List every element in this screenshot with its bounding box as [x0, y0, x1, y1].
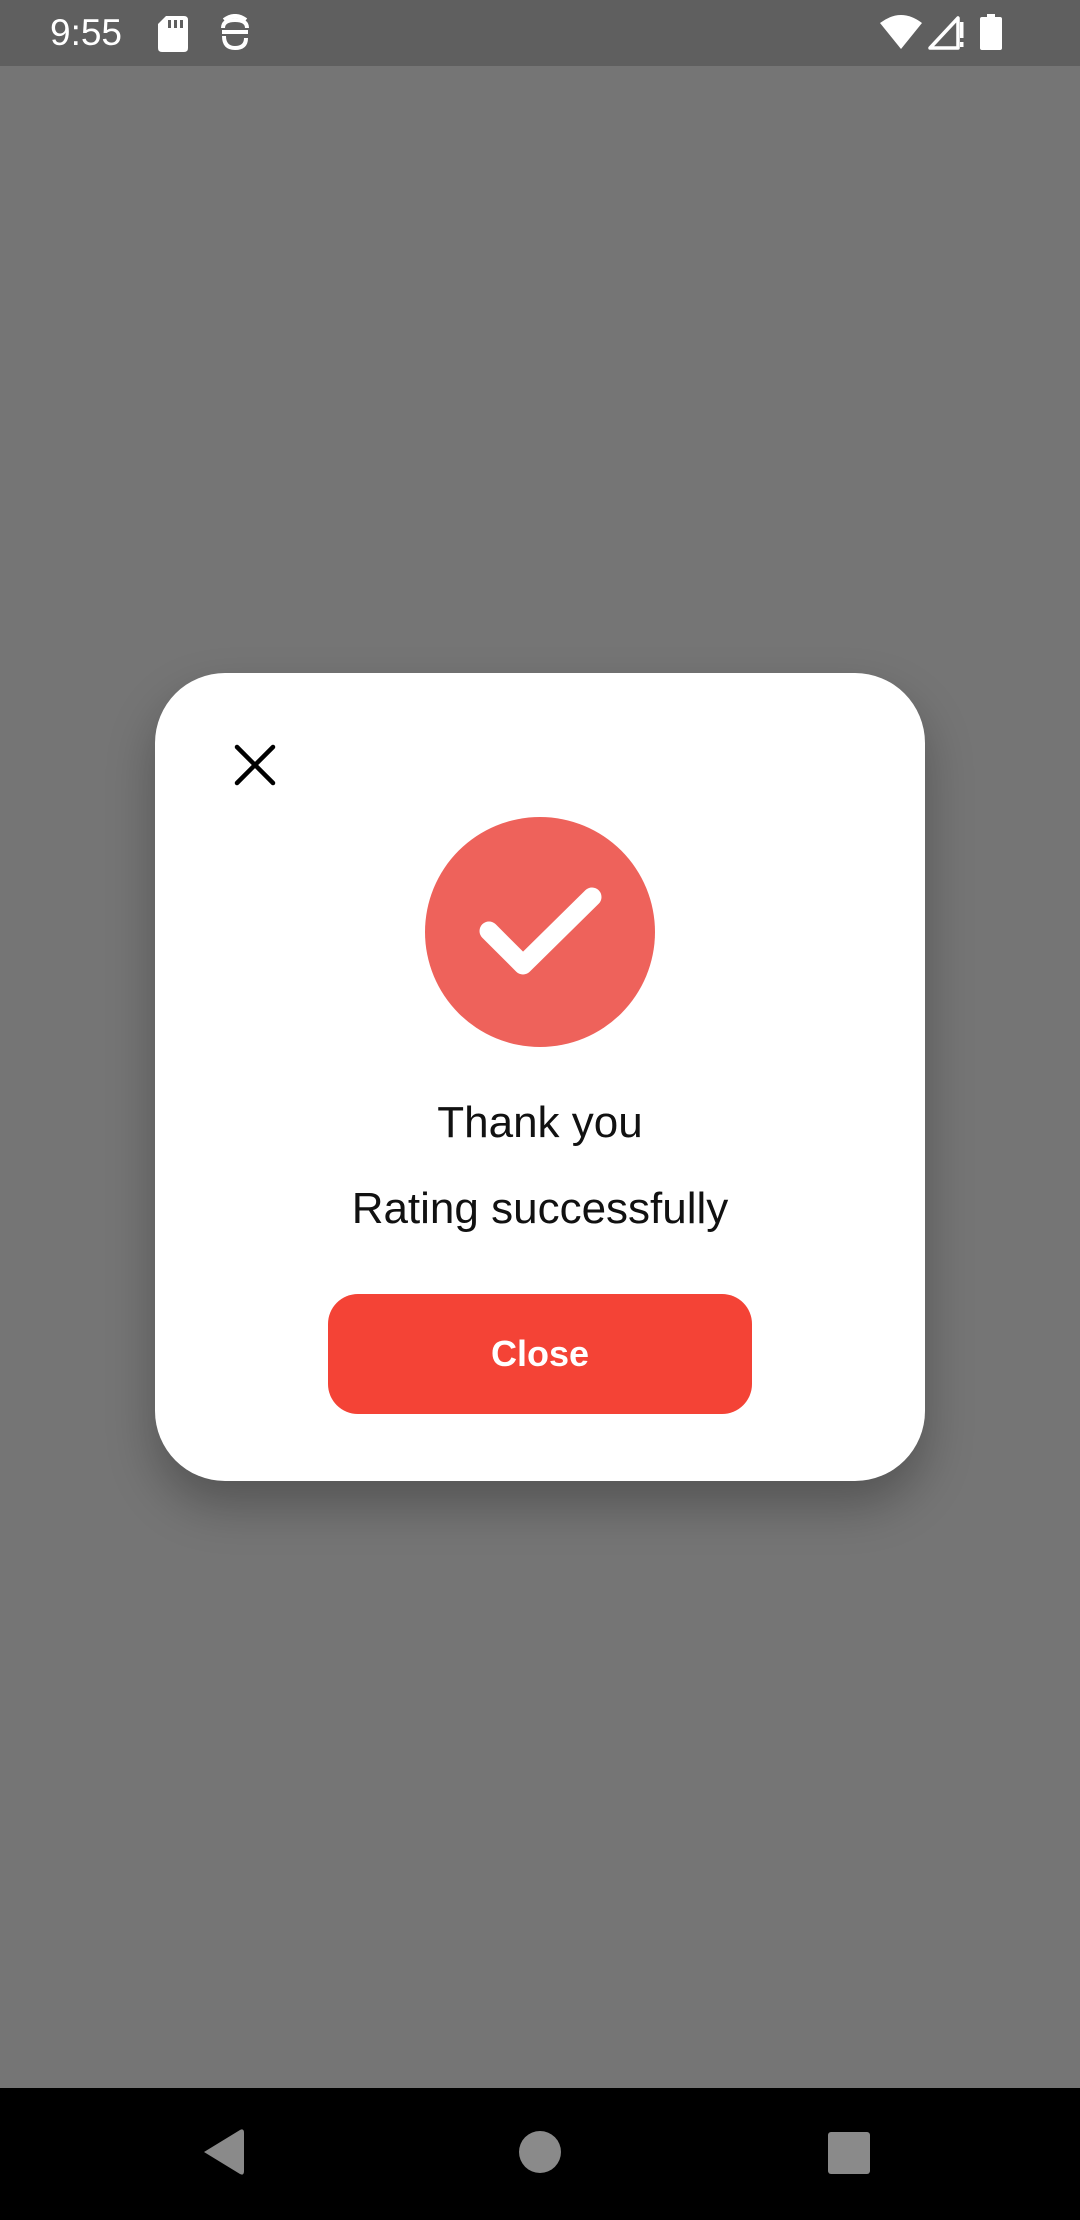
close-button[interactable]: Close [328, 1294, 752, 1414]
close-icon[interactable] [231, 741, 279, 789]
navigation-bar [0, 2088, 1080, 2220]
status-bar: 9:55 [0, 0, 1080, 66]
rating-success-dialog: Thank you Rating successfully Close [155, 673, 925, 1481]
dialog-message: Rating successfully [351, 1184, 729, 1233]
dialog-title: Thank you [437, 1098, 643, 1147]
wifi-icon [880, 15, 922, 49]
battery-icon [980, 14, 1002, 50]
home-icon[interactable] [518, 2130, 562, 2174]
recents-icon[interactable] [828, 2132, 870, 2174]
signal-icon [928, 16, 964, 50]
checkmark-icon [479, 887, 602, 975]
back-icon[interactable] [202, 2128, 244, 2176]
face-icon [221, 14, 249, 51]
status-time: 9:55 [50, 12, 123, 53]
screen: 9:55 Thank you Rating successfully Close [0, 0, 1080, 2220]
success-badge [425, 817, 655, 1047]
sd-card-icon [158, 16, 188, 52]
